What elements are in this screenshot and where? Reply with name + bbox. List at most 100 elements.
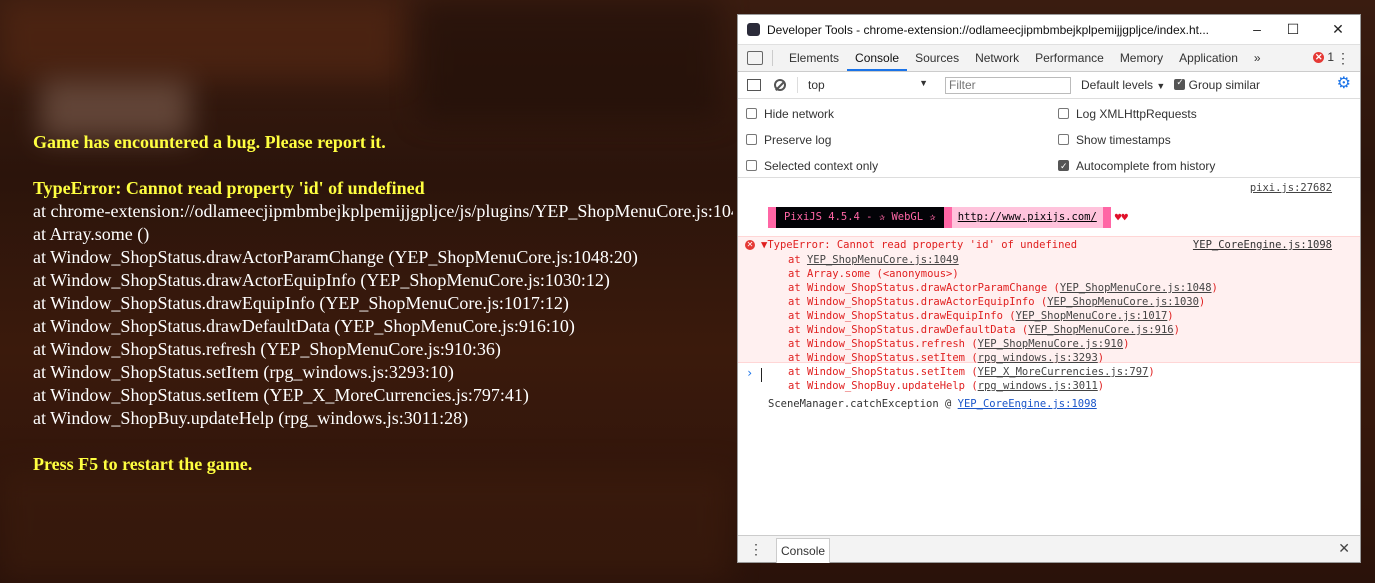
stack-frame: at Window_ShopStatus.setItem (YEP_X_More… xyxy=(788,365,1218,379)
stack-frame-link[interactable]: rpg_windows.js:3011 xyxy=(978,380,1098,392)
stack-line: at Window_ShopStatus.drawActorParamChang… xyxy=(33,247,638,267)
stack-frame-link[interactable]: YEP_ShopMenuCore.js:1049 xyxy=(807,254,959,266)
clear-console-icon[interactable] xyxy=(774,79,786,91)
drawer-menu-icon[interactable]: ⋮ xyxy=(749,541,763,558)
stack-frame-text: at Window_ShopBuy.updateHelp ( xyxy=(788,380,978,392)
stack-frame-suffix: ) xyxy=(1148,366,1155,378)
stack-frame-link[interactable]: YEP_ShopMenuCore.js:910 xyxy=(978,338,1123,350)
pixi-url-link[interactable]: http://www.pixijs.com/ xyxy=(951,207,1103,228)
devtools-window: Developer Tools - chrome-extension://odl… xyxy=(737,14,1361,563)
devtools-icon xyxy=(747,23,760,36)
show-sidebar-icon[interactable] xyxy=(747,79,761,91)
caret-down-icon: ▼ xyxy=(919,78,928,88)
selected-context-checkbox[interactable] xyxy=(746,160,757,171)
drawer-bar: ⋮ Console ✕ xyxy=(738,535,1360,563)
stack-frame-text: at Window_ShopStatus.drawDefaultData ( xyxy=(788,324,1029,336)
close-icon[interactable]: ✕ xyxy=(1328,19,1348,39)
tab-application[interactable]: Application xyxy=(1171,45,1246,71)
tab-memory[interactable]: Memory xyxy=(1112,45,1171,71)
stack-frame-text: at Window_ShopStatus.refresh ( xyxy=(788,338,978,350)
show-timestamps-label: Show timestamps xyxy=(1076,133,1171,147)
preserve-log-label: Preserve log xyxy=(764,133,832,147)
catch-source-link[interactable]: YEP_CoreEngine.js:1098 xyxy=(958,398,1097,410)
error-stack: at chrome-extension://odlameecjipmbmbejk… xyxy=(33,200,733,430)
console-settings: Hide network Preserve log Selected conte… xyxy=(738,99,1360,178)
catch-exception-line: SceneManager.catchException @ YEP_CoreEn… xyxy=(768,398,1097,410)
background-blur xyxy=(0,470,730,580)
preserve-log-checkbox[interactable] xyxy=(746,134,757,145)
tab-elements[interactable]: Elements xyxy=(781,45,847,71)
stack-line: at Window_ShopStatus.drawDefaultData (YE… xyxy=(33,316,575,336)
hide-network-label: Hide network xyxy=(764,107,835,121)
error-count-badge[interactable]: ✕ 1 xyxy=(1313,50,1334,64)
filter-input[interactable] xyxy=(945,76,1071,94)
preserve-log-option[interactable]: Preserve log xyxy=(746,132,831,148)
stack-frame-link[interactable]: rpg_windows.js:3293 xyxy=(978,352,1098,364)
error-heading[interactable]: ▼TypeError: Cannot read property 'id' of… xyxy=(761,239,1077,251)
stack-line: at Array.some () xyxy=(33,224,150,244)
group-similar-option[interactable]: Group similar xyxy=(1174,77,1260,92)
show-timestamps-checkbox[interactable] xyxy=(1058,134,1069,145)
console-prompt-icon: › xyxy=(746,366,754,380)
stack-frame-link[interactable]: YEP_ShopMenuCore.js:1017 xyxy=(1016,310,1168,322)
hearts-icon: ♥♥ xyxy=(1114,211,1129,224)
autocomplete-option[interactable]: Autocomplete from history xyxy=(1058,158,1215,174)
error-icon: ✕ xyxy=(745,240,755,250)
stack-frame-link[interactable]: YEP_ShopMenuCore.js:1048 xyxy=(1060,282,1212,294)
console-input[interactable] xyxy=(761,368,762,382)
error-stack-trace: at YEP_ShopMenuCore.js:1049 at Array.some… xyxy=(788,253,1218,393)
catch-text: SceneManager.catchException @ xyxy=(768,398,958,410)
console-toolbar: top ▼ Default levels ▼ Group similar ⚙ xyxy=(738,72,1360,99)
background-blur xyxy=(0,0,400,80)
group-similar-checkbox[interactable] xyxy=(1174,77,1186,90)
log-xhr-option[interactable]: Log XMLHttpRequests xyxy=(1058,106,1197,122)
stack-line: at Window_ShopStatus.drawActorEquipInfo … xyxy=(33,270,610,290)
autocomplete-checkbox[interactable] xyxy=(1058,158,1069,174)
error-message: ✕ ▼TypeError: Cannot read property 'id' … xyxy=(738,236,1360,410)
stack-frame: at Window_ShopStatus.drawActorEquipInfo … xyxy=(788,295,1218,309)
minimize-icon[interactable]: – xyxy=(1247,19,1267,39)
customize-menu-icon[interactable]: ⋮ xyxy=(1336,50,1350,67)
stack-frame-suffix: ) xyxy=(1097,380,1105,392)
tab-sources[interactable]: Sources xyxy=(907,45,967,71)
stack-frame-suffix: ) xyxy=(1097,352,1105,364)
log-levels-dropdown[interactable]: Default levels ▼ xyxy=(1081,78,1165,92)
stack-frame-suffix: ) xyxy=(1211,282,1218,294)
pixi-banner: PixiJS 4.5.4 - ✰ WebGL ✰ http://www.pixi… xyxy=(768,207,1129,228)
context-selector[interactable]: top ▼ xyxy=(808,78,928,92)
drawer-tab-console[interactable]: Console xyxy=(776,537,831,563)
error-header: Game has encountered a bug. Please repor… xyxy=(33,132,386,152)
stack-line: at Window_ShopStatus.setItem (rpg_window… xyxy=(33,362,454,382)
stack-frame: at Window_ShopStatus.drawEquipInfo (YEP_… xyxy=(788,309,1218,323)
stack-frame-text: at Window_ShopStatus.drawActorEquipInfo … xyxy=(788,296,1048,308)
hide-network-option[interactable]: Hide network xyxy=(746,106,834,122)
error-source-link[interactable]: YEP_CoreEngine.js:1098 xyxy=(1193,239,1332,251)
log-levels-label: Default levels xyxy=(1081,78,1154,92)
console-output: pixi.js:27682 PixiJS 4.5.4 - ✰ WebGL ✰ h… xyxy=(738,178,1360,515)
tab-network[interactable]: Network xyxy=(967,45,1027,71)
hide-network-checkbox[interactable] xyxy=(746,108,757,119)
close-drawer-icon[interactable]: ✕ xyxy=(1338,540,1350,557)
tab-console[interactable]: Console xyxy=(847,45,908,71)
gear-icon[interactable]: ⚙ xyxy=(1337,76,1351,92)
title-bar: Developer Tools - chrome-extension://odl… xyxy=(738,15,1360,44)
stack-frame: at Window_ShopStatus.setItem (rpg_window… xyxy=(788,351,1218,365)
stack-frame-link[interactable]: YEP_ShopMenuCore.js:1030 xyxy=(1047,296,1199,308)
more-tabs-icon[interactable]: » xyxy=(1246,51,1269,65)
inspect-element-icon[interactable] xyxy=(747,51,763,65)
maximize-icon[interactable]: ☐ xyxy=(1283,19,1303,39)
error-count: 1 xyxy=(1327,50,1334,64)
background-blur xyxy=(420,0,720,120)
stack-line: at Window_ShopStatus.setItem (YEP_X_More… xyxy=(33,385,529,405)
stack-frame-link[interactable]: YEP_X_MoreCurrencies.js:797 xyxy=(978,366,1149,378)
tab-performance[interactable]: Performance xyxy=(1027,45,1112,71)
panel-tabs: Elements Console Sources Network Perform… xyxy=(738,44,1360,72)
log-xhr-checkbox[interactable] xyxy=(1058,108,1069,119)
show-timestamps-option[interactable]: Show timestamps xyxy=(1058,132,1171,148)
pixi-source-link[interactable]: pixi.js:27682 xyxy=(1250,182,1332,194)
stack-frame-link[interactable]: YEP_ShopMenuCore.js:916 xyxy=(1028,324,1173,336)
stack-line: at chrome-extension://odlameecjipmbmbejk… xyxy=(33,201,733,221)
log-xhr-label: Log XMLHttpRequests xyxy=(1076,107,1197,121)
selected-context-option[interactable]: Selected context only xyxy=(746,158,878,174)
autocomplete-label: Autocomplete from history xyxy=(1076,159,1216,173)
